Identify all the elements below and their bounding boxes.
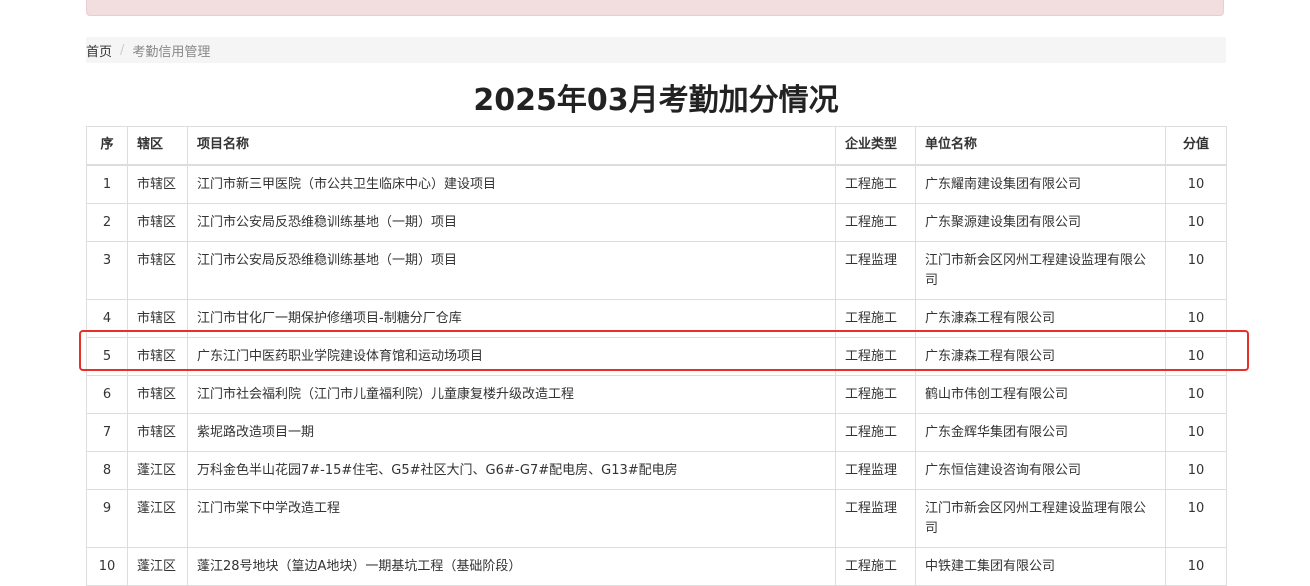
attendance-score-table: 序 辖区 项目名称 企业类型 单位名称 分值 1 市辖区 江门市新三甲医院（市公… [86,126,1227,586]
cell-project: 江门市新三甲医院（市公共卫生临床中心）建设项目 [187,164,836,204]
column-header-project: 项目名称 [187,126,836,166]
table-row: 10 蓬江区 蓬江28号地块（篁边A地块）一期基坑工程（基础阶段） 工程施工 中… [86,546,1227,586]
table-row: 8 蓬江区 万科金色半山花园7#-15#住宅、G5#社区大门、G6#-G7#配电… [86,450,1227,490]
cell-type: 工程施工 [835,202,916,242]
cell-project: 紫坭路改造项目一期 [187,412,836,452]
cell-type: 工程监理 [835,450,916,490]
cell-score: 10 [1165,488,1227,548]
cell-district: 蓬江区 [127,488,188,548]
breadcrumb-current: 考勤信用管理 [132,44,211,60]
cell-company: 江门市新会区冈州工程建设监理有限公司 [915,488,1166,548]
cell-district: 市辖区 [127,336,188,376]
table-row: 1 市辖区 江门市新三甲医院（市公共卫生临床中心）建设项目 工程施工 广东耀南建… [86,164,1227,204]
cell-company: 广东金辉华集团有限公司 [915,412,1166,452]
cell-type: 工程监理 [835,240,916,300]
column-header-district: 辖区 [127,126,188,166]
cell-district: 市辖区 [127,164,188,204]
cell-score: 10 [1165,164,1227,204]
cell-company: 广东耀南建设集团有限公司 [915,164,1166,204]
cell-district: 蓬江区 [127,546,188,586]
cell-score: 10 [1165,336,1227,376]
cell-project: 江门市公安局反恐维稳训练基地（一期）项目 [187,240,836,300]
cell-score: 10 [1165,450,1227,490]
cell-no: 4 [86,298,128,338]
breadcrumb: 首页 / 考勤信用管理 [86,37,1226,63]
cell-district: 蓬江区 [127,450,188,490]
cell-no: 3 [86,240,128,300]
cell-type: 工程施工 [835,164,916,204]
column-header-score: 分值 [1165,126,1227,166]
cell-company: 中铁建工集团有限公司 [915,546,1166,586]
cell-project: 江门市社会福利院（江门市儿童福利院）儿童康复楼升级改造工程 [187,374,836,414]
table-row: 7 市辖区 紫坭路改造项目一期 工程施工 广东金辉华集团有限公司 10 [86,412,1227,452]
cell-company: 广东漮森工程有限公司 [915,336,1166,376]
table-row-highlighted: 5 市辖区 广东江门中医药职业学院建设体育馆和运动场项目 工程施工 广东漮森工程… [86,336,1227,376]
cell-project: 万科金色半山花园7#-15#住宅、G5#社区大门、G6#-G7#配电房、G13#… [187,450,836,490]
cell-project: 江门市甘化厂一期保护修缮项目-制糖分厂仓库 [187,298,836,338]
cell-district: 市辖区 [127,240,188,300]
cell-type: 工程监理 [835,488,916,548]
cell-no: 6 [86,374,128,414]
cell-no: 10 [86,546,128,586]
cell-district: 市辖区 [127,202,188,242]
cell-project: 广东江门中医药职业学院建设体育馆和运动场项目 [187,336,836,376]
column-header-type: 企业类型 [835,126,916,166]
breadcrumb-separator: / [120,42,125,58]
cell-score: 10 [1165,374,1227,414]
cell-type: 工程施工 [835,374,916,414]
cell-company: 广东聚源建设集团有限公司 [915,202,1166,242]
cell-project: 江门市棠下中学改造工程 [187,488,836,548]
cell-score: 10 [1165,202,1227,242]
cell-no: 1 [86,164,128,204]
cell-company: 广东恒信建设咨询有限公司 [915,450,1166,490]
column-header-no: 序 [86,126,128,166]
cell-type: 工程施工 [835,546,916,586]
cell-company: 广东漮森工程有限公司 [915,298,1166,338]
table-row: 4 市辖区 江门市甘化厂一期保护修缮项目-制糖分厂仓库 工程施工 广东漮森工程有… [86,298,1227,338]
cell-no: 8 [86,450,128,490]
alert-banner [86,0,1224,16]
table-row: 9 蓬江区 江门市棠下中学改造工程 工程监理 江门市新会区冈州工程建设监理有限公… [86,488,1227,548]
cell-district: 市辖区 [127,298,188,338]
cell-no: 9 [86,488,128,548]
cell-company: 江门市新会区冈州工程建设监理有限公司 [915,240,1166,300]
cell-score: 10 [1165,298,1227,338]
cell-company: 鹤山市伟创工程有限公司 [915,374,1166,414]
cell-type: 工程施工 [835,412,916,452]
table-header-row: 序 辖区 项目名称 企业类型 单位名称 分值 [86,126,1227,166]
breadcrumb-home-link[interactable]: 首页 [86,41,112,60]
cell-score: 10 [1165,240,1227,300]
cell-score: 10 [1165,412,1227,452]
cell-no: 2 [86,202,128,242]
cell-no: 7 [86,412,128,452]
column-header-company: 单位名称 [915,126,1166,166]
cell-project: 蓬江28号地块（篁边A地块）一期基坑工程（基础阶段） [187,546,836,586]
page-title: 2025年03月考勤加分情况 [473,83,839,118]
cell-type: 工程施工 [835,336,916,376]
table-row: 2 市辖区 江门市公安局反恐维稳训练基地（一期）项目 工程施工 广东聚源建设集团… [86,202,1227,242]
cell-score: 10 [1165,546,1227,586]
table-row: 3 市辖区 江门市公安局反恐维稳训练基地（一期）项目 工程监理 江门市新会区冈州… [86,240,1227,300]
cell-district: 市辖区 [127,412,188,452]
cell-district: 市辖区 [127,374,188,414]
cell-project: 江门市公安局反恐维稳训练基地（一期）项目 [187,202,836,242]
table-row: 6 市辖区 江门市社会福利院（江门市儿童福利院）儿童康复楼升级改造工程 工程施工… [86,374,1227,414]
cell-no: 5 [86,336,128,376]
cell-type: 工程施工 [835,298,916,338]
